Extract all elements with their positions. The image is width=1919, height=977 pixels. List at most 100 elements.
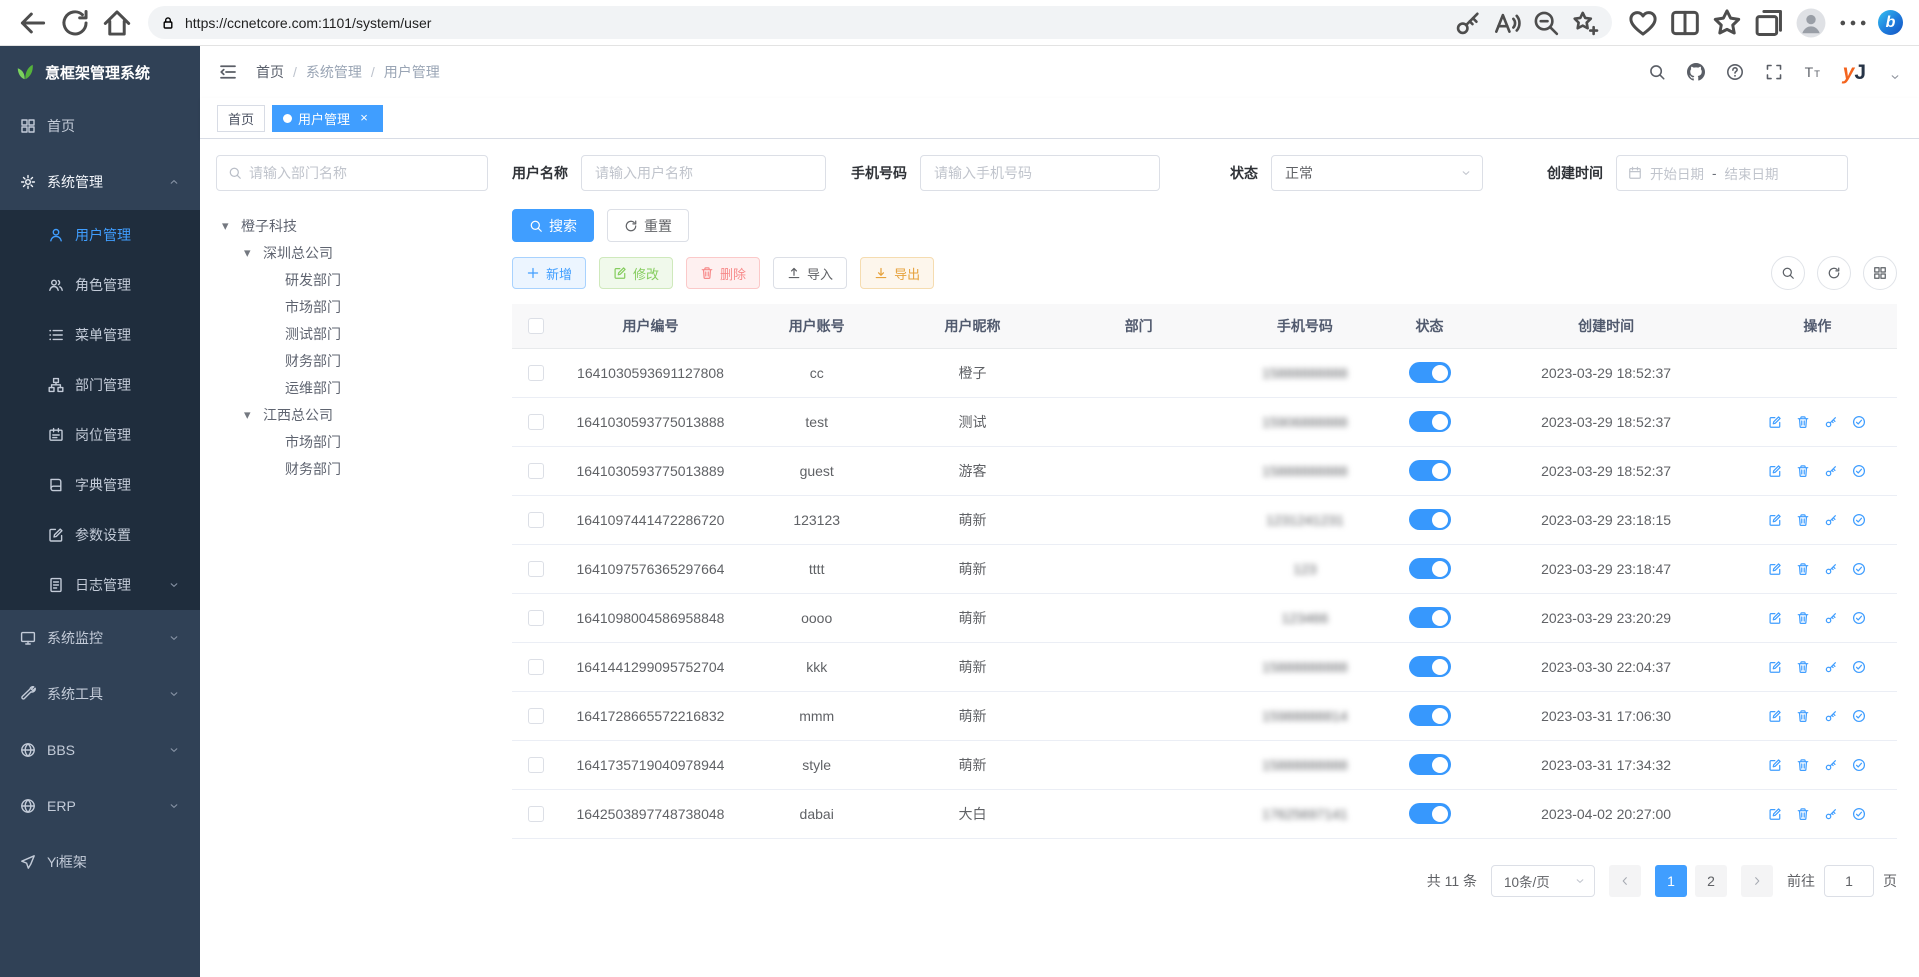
reset-button[interactable]: 重置 <box>607 209 689 242</box>
collections-icon[interactable] <box>1752 6 1786 40</box>
row-checkbox[interactable] <box>528 463 544 479</box>
breadcrumb-item[interactable]: 首页 <box>256 62 284 82</box>
tree-node[interactable]: 运维部门 <box>216 374 488 401</box>
row-delete-icon[interactable] <box>1796 415 1810 429</box>
columns-setting-button[interactable] <box>1863 256 1897 290</box>
sidebar-item-2[interactable]: 用户管理 <box>0 210 200 260</box>
sidebar-item-1[interactable]: 系统管理 <box>0 154 200 210</box>
tab-close-icon[interactable]: × <box>356 110 372 126</box>
row-reset-password-icon[interactable] <box>1824 611 1838 625</box>
status-toggle[interactable] <box>1409 754 1451 775</box>
app-logo[interactable]: 意框架管理系统 <box>0 46 200 98</box>
status-select[interactable]: 正常 <box>1271 155 1483 191</box>
help-icon[interactable] <box>1726 63 1744 81</box>
row-edit-icon[interactable] <box>1768 611 1782 625</box>
row-edit-icon[interactable] <box>1768 709 1782 723</box>
phone-input[interactable] <box>920 155 1160 191</box>
sidebar-item-10[interactable]: 系统监控 <box>0 610 200 666</box>
page-number-1[interactable]: 1 <box>1655 865 1687 897</box>
tree-node[interactable]: ▾江西总公司 <box>216 401 488 428</box>
address-bar[interactable]: https://ccnetcore.com:1101/system/user <box>148 6 1612 39</box>
sidebar-item-0[interactable]: 首页 <box>0 98 200 154</box>
zoom-icon[interactable] <box>1531 9 1561 37</box>
row-reset-password-icon[interactable] <box>1824 415 1838 429</box>
row-assign-role-icon[interactable] <box>1852 660 1866 674</box>
tree-node[interactable]: 财务部门 <box>216 455 488 482</box>
export-button[interactable]: 导出 <box>860 257 934 289</box>
tree-node[interactable]: ▾橙子科技 <box>216 212 488 239</box>
row-delete-icon[interactable] <box>1796 758 1810 772</box>
row-assign-role-icon[interactable] <box>1852 758 1866 772</box>
status-toggle[interactable] <box>1409 705 1451 726</box>
tree-expand-caret-icon[interactable]: ▾ <box>222 218 241 234</box>
tree-expand-caret-icon[interactable]: ▾ <box>244 407 263 423</box>
tab-home[interactable]: 首页 <box>217 105 265 132</box>
user-avatar[interactable]: yJ <box>1843 62 1866 83</box>
row-edit-icon[interactable] <box>1768 807 1782 821</box>
add-favorite-icon[interactable] <box>1570 9 1600 37</box>
delete-button[interactable]: 删除 <box>686 257 760 289</box>
row-reset-password-icon[interactable] <box>1824 562 1838 576</box>
row-reset-password-icon[interactable] <box>1824 464 1838 478</box>
row-reset-password-icon[interactable] <box>1824 513 1838 527</box>
sidebar-item-9[interactable]: 日志管理 <box>0 560 200 610</box>
status-toggle[interactable] <box>1409 656 1451 677</box>
sidebar-item-11[interactable]: 系统工具 <box>0 666 200 722</box>
tree-expand-caret-icon[interactable]: ▾ <box>244 245 263 261</box>
row-edit-icon[interactable] <box>1768 415 1782 429</box>
breadcrumb-item[interactable]: 用户管理 <box>384 62 440 82</box>
status-toggle[interactable] <box>1409 607 1451 628</box>
breadcrumb-item[interactable]: 系统管理 <box>306 62 362 82</box>
sidebar-toggle-icon[interactable] <box>218 62 238 82</box>
row-checkbox[interactable] <box>528 561 544 577</box>
goto-page-input[interactable] <box>1824 865 1874 897</box>
row-reset-password-icon[interactable] <box>1824 709 1838 723</box>
username-input[interactable] <box>581 155 826 191</box>
sidebar-item-8[interactable]: 参数设置 <box>0 510 200 560</box>
tab-user-management[interactable]: 用户管理 × <box>272 105 383 132</box>
date-range-picker[interactable]: 开始日期 - 结束日期 <box>1616 155 1848 191</box>
status-toggle[interactable] <box>1409 411 1451 432</box>
status-toggle[interactable] <box>1409 803 1451 824</box>
avatar-caret-icon[interactable] <box>1889 71 1901 83</box>
row-delete-icon[interactable] <box>1796 611 1810 625</box>
row-assign-role-icon[interactable] <box>1852 415 1866 429</box>
status-toggle[interactable] <box>1409 558 1451 579</box>
import-button[interactable]: 导入 <box>773 257 847 289</box>
row-checkbox[interactable] <box>528 806 544 822</box>
tree-node[interactable]: 财务部门 <box>216 347 488 374</box>
sidebar-item-5[interactable]: 部门管理 <box>0 360 200 410</box>
status-toggle[interactable] <box>1409 362 1451 383</box>
row-delete-icon[interactable] <box>1796 562 1810 576</box>
sidebar-item-4[interactable]: 菜单管理 <box>0 310 200 360</box>
row-assign-role-icon[interactable] <box>1852 807 1866 821</box>
row-edit-icon[interactable] <box>1768 758 1782 772</box>
next-page-button[interactable] <box>1741 865 1773 897</box>
page-number-2[interactable]: 2 <box>1695 865 1727 897</box>
row-delete-icon[interactable] <box>1796 660 1810 674</box>
row-assign-role-icon[interactable] <box>1852 611 1866 625</box>
text-size-icon[interactable]: TT <box>1804 63 1822 81</box>
row-assign-role-icon[interactable] <box>1852 709 1866 723</box>
search-button[interactable]: 搜索 <box>512 209 594 242</box>
favorites-icon[interactable] <box>1710 6 1744 40</box>
row-reset-password-icon[interactable] <box>1824 660 1838 674</box>
tree-node[interactable]: 市场部门 <box>216 293 488 320</box>
row-assign-role-icon[interactable] <box>1852 513 1866 527</box>
status-toggle[interactable] <box>1409 460 1451 481</box>
sidebar-item-14[interactable]: Yi框架 <box>0 834 200 890</box>
row-checkbox[interactable] <box>528 512 544 528</box>
tree-node[interactable]: 研发部门 <box>216 266 488 293</box>
row-delete-icon[interactable] <box>1796 709 1810 723</box>
url-text[interactable]: https://ccnetcore.com:1101/system/user <box>185 15 1444 31</box>
row-checkbox[interactable] <box>528 757 544 773</box>
row-edit-icon[interactable] <box>1768 562 1782 576</box>
row-checkbox[interactable] <box>528 365 544 381</box>
tree-node[interactable]: 测试部门 <box>216 320 488 347</box>
refresh-table-button[interactable] <box>1817 256 1851 290</box>
row-checkbox[interactable] <box>528 610 544 626</box>
sidebar-item-13[interactable]: ERP <box>0 778 200 834</box>
sidebar-item-6[interactable]: 岗位管理 <box>0 410 200 460</box>
browser-profile-avatar[interactable] <box>1794 6 1828 40</box>
browser-back-button[interactable] <box>16 6 50 40</box>
